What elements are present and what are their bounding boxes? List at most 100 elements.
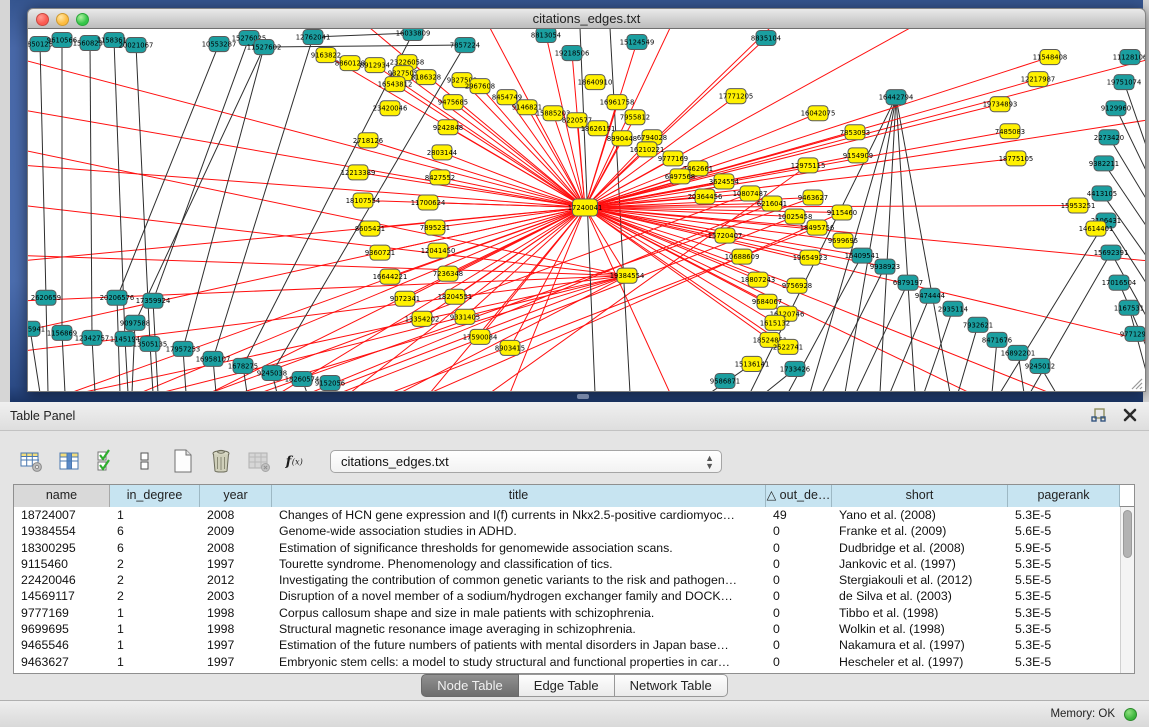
table-settings-icon[interactable]	[18, 447, 44, 475]
graph-node-label: 2620659	[31, 294, 61, 302]
graph-node-label: 3624554	[709, 178, 739, 186]
tab-node-table[interactable]: Node Table	[421, 674, 519, 697]
table-cell: 1	[110, 621, 200, 637]
table-cell: 2012	[200, 572, 272, 588]
graph-edge	[370, 207, 585, 228]
network-canvas[interactable]: 1724004119384554185012549610566156082361…	[27, 29, 1146, 392]
row-height-icon[interactable]	[132, 447, 158, 475]
graph-node-label: 12342757	[75, 334, 110, 342]
network-view-window[interactable]: citations_edges.txt 17240041193845541850…	[27, 8, 1146, 392]
graph-edge	[62, 333, 65, 391]
table-row[interactable]: 1938455462009Genome-wide association stu…	[14, 523, 1120, 539]
table-row[interactable]: 1872400712008Changes of HCN gene express…	[14, 507, 1120, 523]
graph-node-label: 15692391	[1094, 249, 1129, 257]
table-vertical-scrollbar[interactable]	[1120, 507, 1134, 673]
graph-edge	[822, 267, 885, 391]
table-cell: 0	[766, 621, 832, 637]
table-cell: 1997	[200, 654, 272, 670]
resize-grip-icon[interactable]	[1132, 379, 1142, 389]
graph-node-label: 10025458	[778, 213, 813, 221]
graph-node-label: 6216041	[757, 200, 787, 208]
table-cell: 1997	[200, 556, 272, 572]
table-cell: 14569117	[14, 588, 110, 604]
graph-node-label: 16442794	[879, 94, 914, 102]
graph-edge	[435, 207, 585, 227]
graph-node-label: 11128106	[1113, 54, 1145, 62]
graph-edge	[585, 207, 670, 391]
show-columns-icon[interactable]	[56, 447, 82, 475]
table-cell: 18300295	[14, 540, 110, 556]
column-header-short[interactable]: short	[832, 485, 1008, 507]
table-cell: 5.3E-5	[1008, 507, 1120, 523]
graph-node-label: 18107554	[346, 197, 381, 205]
graph-node-label: 9684067	[752, 298, 782, 306]
graph-node-label: 1615132	[760, 319, 790, 327]
table-cell: 1998	[200, 621, 272, 637]
tab-edge-table[interactable]: Edge Table	[519, 674, 615, 697]
graph-node-label: 8903415	[495, 344, 525, 352]
column-header-title[interactable]: title	[272, 485, 766, 507]
table-row[interactable]: 977716911998Corpus callosum shape and si…	[14, 605, 1120, 621]
create-table-icon[interactable]	[170, 447, 196, 475]
table-row[interactable]: 1830029562008Estimation of significance …	[14, 540, 1120, 556]
graph-node-label: 8990448	[607, 135, 637, 143]
graph-node-label: 15136141	[735, 360, 770, 368]
table-cell: 18724007	[14, 507, 110, 523]
table-cell: 5.3E-5	[1008, 605, 1120, 621]
graph-node-label: 16033809	[396, 30, 431, 38]
table-selector-dropdown[interactable]: citations_edges.txt ▲▼	[330, 450, 722, 473]
graph-node-label: 16042075	[801, 110, 836, 118]
select-columns-icon[interactable]	[94, 447, 120, 475]
graph-node-label: 17590084	[463, 333, 498, 341]
graph-node-label: 18495756	[800, 224, 835, 232]
delete-table-icon[interactable]	[208, 447, 234, 475]
graph-node-label: 9938923	[870, 263, 900, 271]
graph-node-label: 20364456	[688, 193, 723, 201]
table-cell: 0	[766, 605, 832, 621]
splitter-handle[interactable]	[577, 394, 589, 399]
graph-node-label: 13505135	[133, 340, 168, 348]
table-row[interactable]: 2242004622012Investigating the contribut…	[14, 572, 1120, 588]
scrollbar-thumb[interactable]	[1123, 510, 1132, 558]
column-header-out_degree[interactable]: △ out_de…	[766, 485, 832, 507]
table-cell: 0	[766, 523, 832, 539]
table-panel-header: Table Panel	[0, 402, 1149, 431]
graph-node-label: 9463627	[798, 194, 828, 202]
column-header-year[interactable]: year	[200, 485, 272, 507]
graph-node-label: 9245012	[1025, 362, 1055, 370]
graph-node-label: 12762041	[296, 34, 331, 42]
table-row[interactable]: 969969511998Structural magnetic resonanc…	[14, 621, 1120, 637]
float-panel-icon[interactable]	[1089, 406, 1107, 424]
table-row[interactable]: 911546021997Tourette syndrome. Phenomeno…	[14, 556, 1120, 572]
graph-node-label: 13354202	[405, 315, 440, 323]
graph-node-label: 8186328	[411, 74, 441, 82]
function-builder-icon[interactable]: f (x)	[284, 447, 310, 475]
table-cell: Tibbo et al. (1998)	[832, 605, 1008, 621]
network-graph[interactable]: 1724004119384554185012549610566156082361…	[28, 29, 1145, 391]
graph-node-label: 16210221	[630, 146, 665, 154]
table-row[interactable]: 1456911722003Disruption of a novel membe…	[14, 588, 1120, 604]
graph-node-label: 16961758	[600, 99, 635, 107]
graph-node-label: 18626151	[581, 125, 616, 133]
table-cell: 5.3E-5	[1008, 588, 1120, 604]
window-titlebar[interactable]: citations_edges.txt	[27, 8, 1146, 29]
graph-node-label: 17957253	[166, 345, 201, 353]
graph-edge	[30, 329, 40, 391]
table-row[interactable]: 946362711997Embryonic stem cells: a mode…	[14, 654, 1120, 670]
graph-node-label: 9756928	[782, 282, 812, 290]
table-cell: 2009	[200, 523, 272, 539]
table-cell: de Silva et al. (2003)	[832, 588, 1008, 604]
graph-edge	[264, 45, 465, 47]
column-header-in_degree[interactable]: in_degree	[110, 485, 200, 507]
graph-node-label: 9129960	[1101, 105, 1131, 113]
graph-node-label: 9154909	[843, 152, 873, 160]
close-panel-icon[interactable]	[1121, 406, 1139, 424]
column-header-pagerank[interactable]: pagerank	[1008, 485, 1120, 507]
column-header-name[interactable]: name	[14, 485, 110, 507]
table-row[interactable]: 946554611997Estimation of the future num…	[14, 637, 1120, 653]
table-cell: 2	[110, 556, 200, 572]
graph-node-label: 10688609	[725, 253, 760, 261]
graph-edge	[46, 298, 48, 391]
table-cell: 9465546	[14, 637, 110, 653]
tab-network-table[interactable]: Network Table	[615, 674, 728, 697]
